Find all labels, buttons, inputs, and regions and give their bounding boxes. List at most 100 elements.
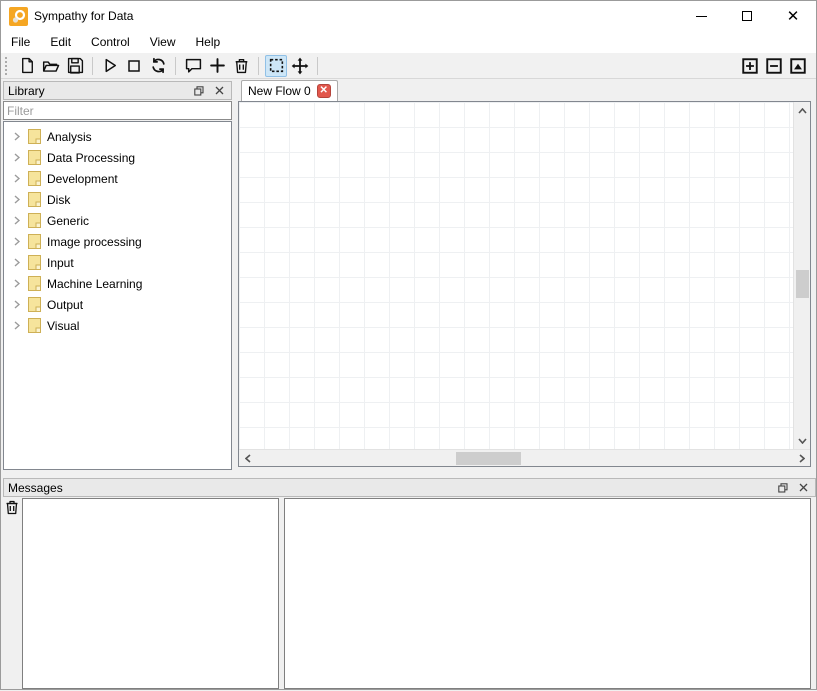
library-item-data-processing[interactable]: Data Processing bbox=[4, 147, 231, 168]
flow-canvas[interactable] bbox=[238, 101, 811, 467]
new-flow-icon bbox=[19, 57, 36, 74]
titlebar: Sympathy for Data ✕ bbox=[1, 1, 816, 31]
new-flow-button[interactable] bbox=[16, 55, 38, 77]
messages-title: Messages bbox=[8, 481, 63, 495]
stop-button[interactable] bbox=[123, 55, 145, 77]
library-float-button[interactable] bbox=[191, 83, 207, 98]
folder-icon bbox=[28, 192, 41, 207]
chevron-right-icon[interactable] bbox=[10, 195, 24, 204]
library-item-visual[interactable]: Visual bbox=[4, 315, 231, 336]
tab-label: New Flow 0 bbox=[248, 84, 311, 98]
chevron-right-icon[interactable] bbox=[10, 216, 24, 225]
pan-button[interactable] bbox=[289, 55, 311, 77]
minimize-icon bbox=[696, 16, 707, 17]
library-filter-input[interactable] bbox=[3, 101, 232, 120]
library-item-label: Visual bbox=[47, 319, 79, 333]
messages-close-button[interactable] bbox=[795, 480, 811, 495]
chevron-left-icon bbox=[245, 454, 251, 463]
horizontal-scroll-thumb[interactable] bbox=[456, 452, 521, 465]
toolbar-separator bbox=[175, 57, 176, 75]
zoom-fit-icon bbox=[789, 57, 807, 75]
vertical-scrollbar[interactable] bbox=[793, 102, 810, 449]
library-item-label: Data Processing bbox=[47, 151, 135, 165]
zoom-out-button[interactable] bbox=[763, 55, 785, 77]
menu-help[interactable]: Help bbox=[188, 32, 229, 52]
library-item-label: Generic bbox=[47, 214, 89, 228]
comment-icon bbox=[185, 57, 202, 74]
library-title: Library bbox=[8, 84, 45, 98]
toolbar-separator bbox=[317, 57, 318, 75]
menu-file[interactable]: File bbox=[3, 32, 38, 52]
messages-float-button[interactable] bbox=[775, 480, 791, 495]
messages-header: Messages bbox=[3, 478, 816, 497]
chevron-right-icon[interactable] bbox=[10, 321, 24, 330]
library-item-disk[interactable]: Disk bbox=[4, 189, 231, 210]
delete-icon bbox=[233, 57, 250, 74]
save-flow-button[interactable] bbox=[64, 55, 86, 77]
clear-messages-button[interactable] bbox=[3, 498, 21, 516]
scroll-down-button[interactable] bbox=[794, 432, 811, 449]
chevron-right-icon[interactable] bbox=[10, 258, 24, 267]
chevron-right-icon[interactable] bbox=[10, 132, 24, 141]
open-flow-button[interactable] bbox=[40, 55, 62, 77]
chevron-right-icon[interactable] bbox=[10, 153, 24, 162]
library-item-input[interactable]: Input bbox=[4, 252, 231, 273]
clear-messages-trash-icon bbox=[4, 499, 20, 515]
comment-button[interactable] bbox=[182, 55, 204, 77]
zoom-in-button[interactable] bbox=[739, 55, 761, 77]
messages-list[interactable] bbox=[22, 498, 279, 689]
delete-button[interactable] bbox=[230, 55, 252, 77]
library-item-label: Development bbox=[47, 172, 118, 186]
menubar: File Edit Control View Help bbox=[1, 31, 816, 53]
vertical-scroll-thumb[interactable] bbox=[796, 270, 809, 298]
close-button[interactable]: ✕ bbox=[770, 1, 816, 31]
close-icon bbox=[215, 86, 224, 95]
add-button[interactable] bbox=[206, 55, 228, 77]
run-button[interactable] bbox=[99, 55, 121, 77]
chevron-right-icon[interactable] bbox=[10, 174, 24, 183]
scroll-left-button[interactable] bbox=[239, 450, 256, 467]
library-item-machine-learning[interactable]: Machine Learning bbox=[4, 273, 231, 294]
main-toolbar bbox=[1, 53, 816, 79]
select-rectangle-button[interactable] bbox=[265, 55, 287, 77]
close-icon bbox=[799, 483, 808, 492]
menu-control[interactable]: Control bbox=[83, 32, 138, 52]
library-item-generic[interactable]: Generic bbox=[4, 210, 231, 231]
minimize-button[interactable] bbox=[678, 1, 724, 31]
chevron-right-icon[interactable] bbox=[10, 300, 24, 309]
library-close-button[interactable] bbox=[211, 83, 227, 98]
library-item-image-processing[interactable]: Image processing bbox=[4, 231, 231, 252]
flow-tabbar: New Flow 0 ✕ bbox=[238, 79, 811, 101]
library-item-analysis[interactable]: Analysis bbox=[4, 126, 231, 147]
messages-detail[interactable] bbox=[284, 498, 811, 689]
window-title: Sympathy for Data bbox=[34, 9, 133, 23]
folder-icon bbox=[28, 234, 41, 249]
library-item-label: Machine Learning bbox=[47, 277, 142, 291]
menu-edit[interactable]: Edit bbox=[42, 32, 79, 52]
folder-icon bbox=[28, 171, 41, 186]
reload-button[interactable] bbox=[147, 55, 169, 77]
zoom-fit-button[interactable] bbox=[787, 55, 809, 77]
chevron-right-icon[interactable] bbox=[10, 279, 24, 288]
maximize-button[interactable] bbox=[724, 1, 770, 31]
horizontal-scrollbar[interactable] bbox=[239, 449, 810, 466]
toolbar-drag-handle[interactable] bbox=[5, 57, 11, 75]
library-item-development[interactable]: Development bbox=[4, 168, 231, 189]
menu-view[interactable]: View bbox=[142, 32, 184, 52]
flow-area: New Flow 0 ✕ bbox=[238, 79, 811, 468]
library-header: Library bbox=[3, 81, 232, 100]
tab-close-button[interactable]: ✕ bbox=[317, 84, 331, 98]
library-item-output[interactable]: Output bbox=[4, 294, 231, 315]
close-icon: ✕ bbox=[787, 9, 800, 24]
chevron-down-icon bbox=[798, 438, 807, 444]
chevron-right-icon[interactable] bbox=[10, 237, 24, 246]
library-item-label: Disk bbox=[47, 193, 70, 207]
tab-new-flow-0[interactable]: New Flow 0 ✕ bbox=[241, 80, 338, 101]
flow-canvas-grid[interactable] bbox=[239, 102, 793, 449]
messages-toolstrip bbox=[3, 498, 22, 689]
folder-icon bbox=[28, 255, 41, 270]
folder-icon bbox=[28, 129, 41, 144]
scroll-up-button[interactable] bbox=[794, 102, 811, 119]
scroll-right-button[interactable] bbox=[793, 450, 810, 467]
zoom-toolbar bbox=[738, 55, 810, 77]
